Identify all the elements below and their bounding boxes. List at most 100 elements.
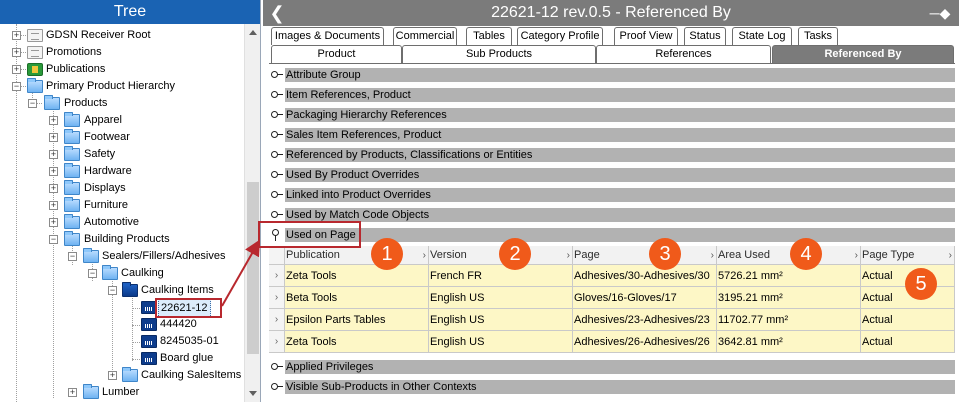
table-cell[interactable]: Epsilon Parts Tables bbox=[285, 309, 429, 331]
tab-commercial[interactable]: Commercial bbox=[393, 27, 457, 45]
section-visible-sub-products[interactable]: Visible Sub-Products in Other Contexts bbox=[269, 379, 955, 395]
expand-icon[interactable]: + bbox=[49, 150, 58, 159]
expand-section-icon[interactable] bbox=[271, 70, 283, 80]
section-used-by-match-code-objects[interactable]: Used by Match Code Objects bbox=[269, 207, 955, 223]
expand-icon[interactable]: + bbox=[49, 167, 58, 176]
tab-tasks[interactable]: Tasks bbox=[798, 27, 838, 45]
row-selector[interactable]: › bbox=[269, 287, 285, 309]
tree-node-caulking-salesitems[interactable]: + Caulking SalesItems bbox=[0, 367, 241, 384]
tree-node-safety[interactable]: + Safety bbox=[0, 146, 240, 163]
expand-icon[interactable]: + bbox=[12, 48, 21, 57]
section-used-by-product-overrides[interactable]: Used By Product Overrides bbox=[269, 167, 955, 183]
table-cell[interactable]: Gloves/16-Gloves/17 bbox=[573, 287, 717, 309]
arrow-left-icon[interactable]: ❮ bbox=[269, 0, 285, 26]
table-cell[interactable]: French FR bbox=[429, 265, 573, 287]
expand-section-icon[interactable] bbox=[271, 210, 283, 220]
table-cell[interactable]: Beta Tools bbox=[285, 287, 429, 309]
expand-section-icon[interactable] bbox=[271, 90, 283, 100]
table-cell[interactable]: 3642.81 mm² bbox=[717, 331, 861, 353]
expand-icon[interactable]: + bbox=[49, 116, 58, 125]
collapse-icon[interactable]: − bbox=[12, 82, 21, 91]
table-cell[interactable]: 5726.21 mm² bbox=[717, 265, 861, 287]
table-cell[interactable]: English US bbox=[429, 331, 573, 353]
table-cell[interactable]: Zeta Tools bbox=[285, 331, 429, 353]
tab-category-profile[interactable]: Category Profile bbox=[517, 27, 603, 45]
tab-references[interactable]: References bbox=[596, 45, 771, 63]
tab-proof-view[interactable]: Proof View bbox=[614, 27, 678, 45]
table-cell[interactable]: Actual bbox=[861, 309, 955, 331]
column-header-page[interactable]: Page › bbox=[573, 246, 717, 265]
expand-icon[interactable]: + bbox=[49, 184, 58, 193]
section-used-on-page[interactable]: Used on Page bbox=[269, 227, 955, 243]
expand-icon[interactable]: + bbox=[12, 31, 21, 40]
scroll-up-icon[interactable] bbox=[249, 30, 257, 35]
row-selector[interactable]: › bbox=[269, 331, 285, 353]
expand-section-icon[interactable] bbox=[271, 130, 283, 140]
section-linked-into-product-overrides[interactable]: Linked into Product Overrides bbox=[269, 187, 955, 203]
expand-icon[interactable]: + bbox=[49, 201, 58, 210]
table-cell[interactable]: Adhesives/23-Adhesives/23 bbox=[573, 309, 717, 331]
expand-section-icon[interactable] bbox=[271, 150, 283, 160]
column-header-publication[interactable]: Publication › bbox=[285, 246, 429, 265]
column-header-area-used[interactable]: Area Used › bbox=[717, 246, 861, 265]
expand-icon[interactable]: + bbox=[49, 218, 58, 227]
tab-images-documents[interactable]: Images & Documents bbox=[271, 27, 384, 45]
tree-node-caulking-items[interactable]: − Caulking Items bbox=[0, 282, 240, 299]
section-sales-item-references-product[interactable]: Sales Item References, Product bbox=[269, 127, 955, 143]
tree-node-products[interactable]: − Products bbox=[0, 95, 240, 112]
collapse-icon[interactable]: − bbox=[49, 235, 58, 244]
tree-node-publications[interactable]: + Publications bbox=[0, 61, 240, 78]
tree-node-caulking[interactable]: − Caulking bbox=[0, 265, 240, 282]
pin-icon[interactable]: ─◆ bbox=[929, 0, 951, 26]
expand-icon[interactable]: + bbox=[49, 133, 58, 142]
table-cell[interactable]: Zeta Tools bbox=[285, 265, 429, 287]
tab-product[interactable]: Product bbox=[271, 45, 402, 63]
tab-sub-products[interactable]: Sub Products bbox=[402, 45, 596, 63]
tab-tables[interactable]: Tables bbox=[466, 27, 512, 45]
tree-node-primary-product-hierarchy[interactable]: − Primary Product Hierarchy bbox=[0, 78, 240, 95]
column-header-page-type[interactable]: Page Type › bbox=[861, 246, 955, 265]
scrollbar-thumb[interactable] bbox=[247, 182, 259, 354]
collapse-icon[interactable]: − bbox=[28, 99, 37, 108]
tree-node-board-glue[interactable]: Board glue bbox=[0, 350, 240, 367]
section-attribute-group[interactable]: Attribute Group bbox=[269, 67, 955, 83]
collapse-icon[interactable]: − bbox=[108, 286, 117, 295]
section-referenced-by-products[interactable]: Referenced by Products, Classifications … bbox=[269, 147, 955, 163]
scroll-down-icon[interactable] bbox=[249, 391, 257, 396]
expand-icon[interactable]: + bbox=[68, 388, 77, 397]
tree-node-building-products[interactable]: − Building Products bbox=[0, 231, 240, 248]
tree-node-footwear[interactable]: + Footwear bbox=[0, 129, 240, 146]
tree-node-8245035-01[interactable]: 8245035-01 bbox=[0, 333, 240, 350]
row-selector[interactable]: › bbox=[269, 309, 285, 331]
table-cell[interactable]: Actual bbox=[861, 331, 955, 353]
tab-state-log[interactable]: State Log bbox=[732, 27, 792, 45]
tab-referenced-by[interactable]: Referenced By bbox=[772, 45, 954, 63]
tree-node-displays[interactable]: + Displays bbox=[0, 180, 240, 197]
expand-icon[interactable]: + bbox=[108, 371, 117, 380]
tree-node-444420[interactable]: 444420 bbox=[0, 316, 240, 333]
tree-node-sealers-fillers-adhesives[interactable]: − Sealers/Fillers/Adhesives bbox=[0, 248, 240, 265]
expand-section-icon[interactable] bbox=[271, 362, 283, 372]
table-cell[interactable]: 3195.21 mm² bbox=[717, 287, 861, 309]
tree-node-furniture[interactable]: + Furniture bbox=[0, 197, 240, 214]
tree-node-automotive[interactable]: + Automotive bbox=[0, 214, 240, 231]
table-cell[interactable]: English US bbox=[429, 287, 573, 309]
section-packaging-hierarchy-references[interactable]: Packaging Hierarchy References bbox=[269, 107, 955, 123]
collapse-icon[interactable]: − bbox=[88, 269, 97, 278]
tree-node-gdsn-receiver-root[interactable]: + GDSN Receiver Root bbox=[0, 27, 240, 44]
tab-status[interactable]: Status bbox=[684, 27, 726, 45]
table-cell[interactable]: Adhesives/30-Adhesives/30 bbox=[573, 265, 717, 287]
table-cell[interactable]: Adhesives/26-Adhesives/26 bbox=[573, 331, 717, 353]
expand-section-icon[interactable] bbox=[271, 170, 283, 180]
section-item-references-product[interactable]: Item References, Product bbox=[269, 87, 955, 103]
row-selector[interactable]: › bbox=[269, 265, 285, 287]
collapse-icon[interactable]: − bbox=[68, 252, 77, 261]
expand-icon[interactable]: + bbox=[12, 65, 21, 74]
tree-node-hardware[interactable]: + Hardware bbox=[0, 163, 240, 180]
tree-node-promotions[interactable]: + Promotions bbox=[0, 44, 240, 61]
expand-section-icon[interactable] bbox=[271, 190, 283, 200]
tree-node-lumber[interactable]: + Lumber bbox=[0, 384, 240, 401]
expand-section-icon[interactable] bbox=[271, 382, 283, 392]
table-cell[interactable]: English US bbox=[429, 309, 573, 331]
section-applied-privileges[interactable]: Applied Privileges bbox=[269, 359, 955, 375]
